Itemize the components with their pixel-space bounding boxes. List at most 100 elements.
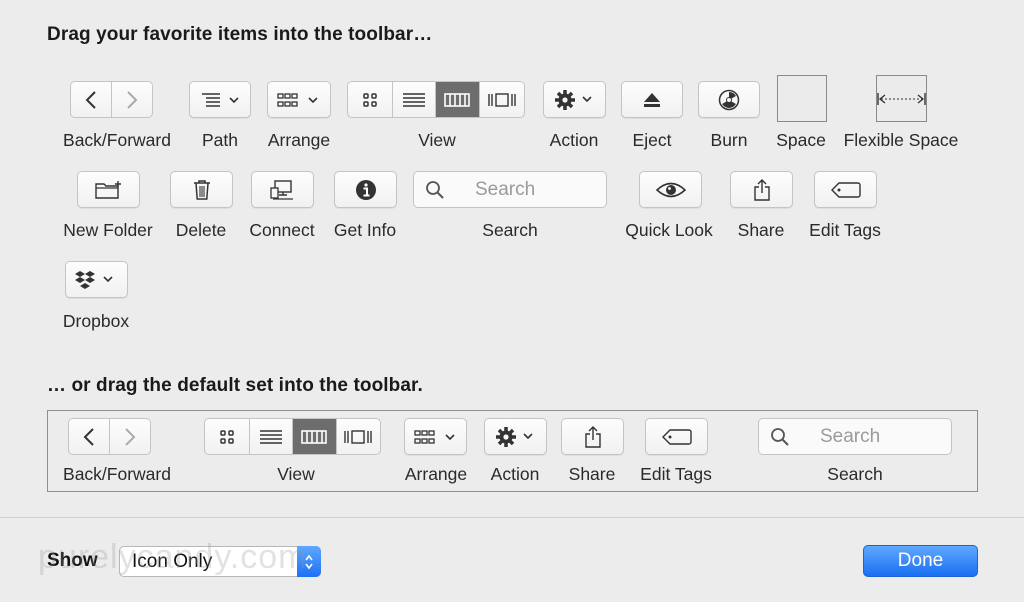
column-view-icon [444,92,471,107]
default-view-list-mode[interactable] [250,419,293,454]
search-icon [426,180,444,199]
footer-divider [0,517,1024,518]
gear-icon [495,426,533,447]
view-list-mode[interactable] [393,82,437,117]
default-action-label: Action [490,464,540,484]
burn-item[interactable] [698,81,760,118]
default-action[interactable] [484,418,547,455]
view-item[interactable] [347,81,525,118]
icon-view-icon [363,92,377,107]
default-view-gallery-mode[interactable] [337,419,381,454]
action-label: Action [549,130,599,150]
arrange-icon [413,429,455,444]
eject-label: Eject [632,130,672,150]
view-gallery-mode[interactable] [480,82,524,117]
default-edit-tags-label: Edit Tags [640,464,712,484]
connect-icon [269,179,293,200]
default-share[interactable] [561,418,624,455]
dropbox-item[interactable] [65,261,128,298]
space-item[interactable] [777,75,827,122]
default-view-column-mode[interactable] [293,419,337,454]
arrange-label: Arrange [267,130,331,150]
new-folder-item[interactable] [77,171,140,208]
default-set-heading: … or drag the default set into the toolb… [47,375,423,396]
default-arrange-label: Arrange [404,464,468,484]
burn-icon [718,89,740,110]
share-icon [584,425,601,448]
burn-label: Burn [710,130,748,150]
back-forward-label: Back/Forward [63,130,171,150]
eject-item[interactable] [621,81,683,118]
flexible-space-item[interactable] [876,75,927,122]
show-popup[interactable]: Icon Only [119,546,321,577]
edit-tags-label: Edit Tags [809,220,881,240]
list-view-icon [402,92,425,107]
default-edit-tags[interactable] [645,418,708,455]
quick-look-item[interactable] [639,171,702,208]
action-item[interactable] [543,81,606,118]
forward-button[interactable] [112,82,153,117]
default-arrange[interactable] [404,418,467,455]
trash-icon [193,179,210,200]
new-folder-icon [94,180,121,199]
default-search[interactable]: Search [758,418,952,455]
connect-item[interactable] [251,171,314,208]
search-placeholder: Search [475,178,536,200]
path-icon [202,92,239,107]
default-search-placeholder: Search [820,425,881,447]
dropbox-icon [74,270,113,289]
edit-tags-item[interactable] [814,171,877,208]
gallery-view-icon [488,92,516,107]
popup-stepper-icon [297,546,321,577]
default-view[interactable] [204,418,381,455]
gear-icon [554,89,592,110]
search-label: Search [482,220,538,240]
search-icon [771,427,789,446]
chevron-left-icon [85,90,96,109]
arrange-item[interactable] [267,81,331,118]
dropbox-label: Dropbox [62,311,130,331]
path-item[interactable] [189,81,251,118]
eject-icon [644,92,660,107]
tag-icon [830,181,861,198]
default-back-forward-label: Back/Forward [63,464,171,484]
default-share-label: Share [568,464,616,484]
share-item[interactable] [730,171,793,208]
quick-look-label: Quick Look [625,220,713,240]
path-label: Path [202,130,238,150]
space-label: Space [776,130,826,150]
delete-item[interactable] [170,171,233,208]
back-button[interactable] [71,82,112,117]
show-popup-value: Icon Only [132,550,213,572]
column-view-icon [301,429,328,444]
tag-icon [661,428,692,445]
get-info-item[interactable] [334,171,397,208]
flexible-space-label: Flexible Space [843,130,959,150]
view-column-mode[interactable] [436,82,480,117]
view-label: View [418,130,456,150]
list-view-icon [259,429,282,444]
default-back-forward[interactable] [68,418,151,455]
default-back-button[interactable] [69,419,110,454]
show-label: Show [47,550,98,571]
icon-view-icon [220,429,234,444]
default-view-label: View [277,464,315,484]
default-search-label: Search [827,464,883,484]
arrange-icon [277,92,318,107]
chevron-right-icon [127,90,138,109]
default-forward-button[interactable] [110,419,151,454]
palette-heading: Drag your favorite items into the toolba… [47,24,433,45]
connect-label: Connect [249,220,315,240]
view-icon-mode[interactable] [348,82,393,117]
back-forward-item[interactable] [70,81,153,118]
share-label: Share [737,220,785,240]
done-button[interactable]: Done [863,545,978,577]
share-icon [753,178,770,201]
chevron-right-icon [125,427,136,446]
default-view-icon-mode[interactable] [205,419,250,454]
search-item[interactable]: Search [413,171,607,208]
chevron-left-icon [83,427,94,446]
get-info-label: Get Info [333,220,397,240]
eye-icon [655,182,686,197]
gallery-view-icon [344,429,372,444]
